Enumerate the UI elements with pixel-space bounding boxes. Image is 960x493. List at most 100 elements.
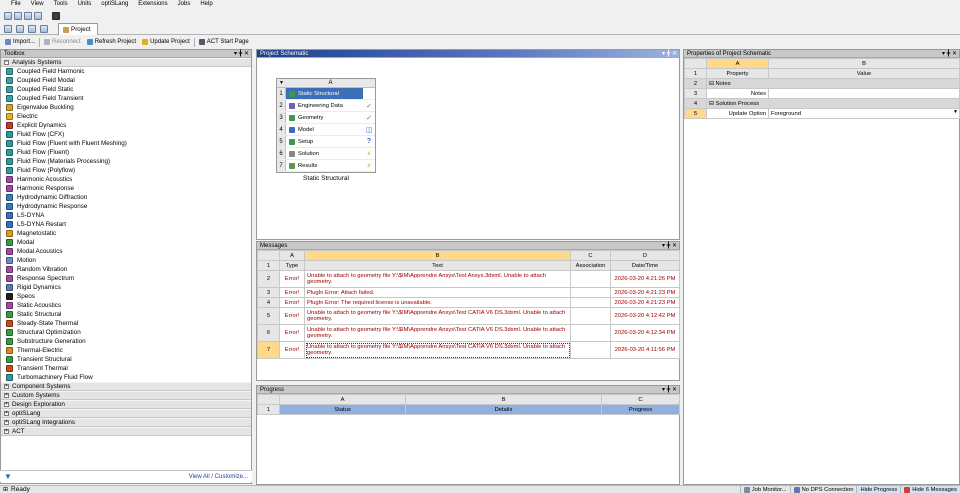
system-cell[interactable]: 4 Model ◫ [277, 124, 375, 136]
save-icon[interactable] [28, 25, 36, 33]
workbench-icon[interactable] [52, 12, 60, 20]
toolbox-category[interactable]: + ACT [1, 427, 251, 436]
message-row[interactable]: 6 Error! Unable to attach to geometry file… [257, 324, 680, 342]
panel-controls[interactable]: ▾ ╋ ✕ [942, 50, 957, 57]
system-cell[interactable]: 5 Setup? [277, 136, 375, 148]
toolbox-item[interactable]: LS-DYNA [1, 211, 251, 220]
toolbox-item[interactable]: Structural Optimization [1, 328, 251, 337]
toolbox-item[interactable]: Motion [1, 256, 251, 265]
toolbox-item[interactable]: Transient Structural [1, 355, 251, 364]
panel-controls[interactable]: ▾ ╋ ✕ [662, 50, 677, 57]
toolbox-category[interactable]: + optiSLang Integrations [1, 418, 251, 427]
update-project-button[interactable]: Update Project [139, 37, 193, 48]
act-start-page-button[interactable]: ACT Start Page [196, 37, 252, 48]
toolbox-item[interactable]: Harmonic Acoustics [1, 175, 251, 184]
menu-item-extensions[interactable]: Extensions [133, 0, 172, 9]
toolbox-item[interactable]: Hydrodynamic Diffraction [1, 193, 251, 202]
import-button[interactable]: Import... [2, 37, 38, 48]
system-block-static-structural[interactable]: ▼ A 1 Static Structural 2 Engineering Data ✓… [276, 78, 376, 173]
system-cell[interactable]: 2 Engineering Data ✓ [277, 100, 375, 112]
menu-item-units[interactable]: Units [73, 0, 97, 9]
toolbox-item[interactable]: Fluid Flow (Materials Processing) [1, 157, 251, 166]
dps-connection-button[interactable]: No DPS Connection [789, 485, 857, 493]
save-icon[interactable] [24, 12, 32, 20]
toolbox-item[interactable]: Speos [1, 292, 251, 301]
message-row[interactable]: 4 Error! PlugIn Error: The required licens… [257, 297, 680, 308]
dropdown-arrow-icon[interactable]: ▼ [953, 110, 958, 116]
view-all-customize-link[interactable]: View All / Customize... [189, 474, 248, 480]
toolbox-item[interactable]: Magnetostatic [1, 229, 251, 238]
toolbox-item[interactable]: Static Acoustics [1, 301, 251, 310]
toolbox-item[interactable]: Transient Thermal [1, 364, 251, 373]
toolbox-item[interactable]: Fluid Flow (Fluent with Fluent Meshing) [1, 139, 251, 148]
toolbox-item[interactable]: Modal [1, 238, 251, 247]
group-row-notes[interactable]: 2 ⊟ Notes [684, 78, 960, 89]
panel-controls[interactable]: ▾ ╋ ✕ [234, 50, 249, 57]
group-row-solution-process[interactable]: 4 ⊟ Solution Process [684, 98, 960, 109]
toolbox-item[interactable]: Coupled Field Harmonic [1, 67, 251, 76]
menu-item-file[interactable]: File [6, 0, 26, 9]
system-menu-icon[interactable]: ▼ [277, 79, 286, 87]
system-cell[interactable]: 7 Results ⚡ [277, 160, 375, 172]
new-icon[interactable] [4, 25, 12, 33]
toolbox-item[interactable]: Random Vibration [1, 265, 251, 274]
panel-controls[interactable]: ▾ ╋ ✕ [662, 386, 677, 393]
update-option-select[interactable]: Foreground ▼ [768, 108, 960, 119]
new-icon[interactable] [4, 12, 12, 20]
toolbox-item[interactable]: Response Spectrum [1, 274, 251, 283]
toolbox-item[interactable]: Fluid Flow (CFX) [1, 130, 251, 139]
toolbox-item[interactable]: Explicit Dynamics [1, 121, 251, 130]
save-as-icon[interactable] [40, 25, 48, 33]
menu-item-tools[interactable]: Tools [49, 0, 73, 9]
toolbox-item[interactable]: Hydrodynamic Response [1, 202, 251, 211]
toolbox-item[interactable]: Steady-State Thermal [1, 319, 251, 328]
message-row[interactable]: 5 Error! Unable to attach to geometry file… [257, 307, 680, 325]
toolbox-item[interactable]: Eigenvalue Buckling [1, 103, 251, 112]
menu-item-optislang[interactable]: optiSLang [96, 0, 133, 9]
toolbox-item[interactable]: Rigid Dynamics [1, 283, 251, 292]
toolbox-category[interactable]: + Custom Systems [1, 391, 251, 400]
property-row-notes[interactable]: 3 Notes [684, 88, 960, 99]
toolbox-category[interactable]: + Component Systems [1, 382, 251, 391]
expand-icon[interactable]: + [4, 411, 9, 416]
toolbox-category[interactable]: + Design Exploration [1, 400, 251, 409]
system-cell[interactable]: 3 Geometry ✓ [277, 112, 375, 124]
system-name-label[interactable]: Static Structural [276, 175, 376, 182]
toolbox-item[interactable]: Turbomachinery Fluid Flow [1, 373, 251, 382]
save-as-icon[interactable] [34, 12, 42, 20]
expand-icon[interactable]: ⊞ [3, 486, 8, 493]
expand-icon[interactable]: + [4, 429, 9, 434]
toolbox-item[interactable]: LS-DYNA Restart [1, 220, 251, 229]
hide-progress-button[interactable]: Hide Progress [856, 485, 901, 493]
toolbox-item[interactable]: Fluid Flow (Fluent) [1, 148, 251, 157]
toolbox-item[interactable]: Thermal-Electric [1, 346, 251, 355]
toolbox-item[interactable]: Coupled Field Static [1, 85, 251, 94]
expand-icon[interactable]: + [4, 402, 9, 407]
refresh-project-button[interactable]: Refresh Project [84, 37, 139, 48]
job-monitor-button[interactable]: Job Monitor... [739, 485, 790, 493]
toolbox-item[interactable]: Fluid Flow (Polyflow) [1, 166, 251, 175]
panel-controls[interactable]: ▾ ╋ ✕ [662, 242, 677, 249]
open-icon[interactable] [14, 12, 22, 20]
collapse-icon[interactable]: − [4, 60, 9, 65]
expand-icon[interactable]: + [4, 384, 9, 389]
toolbox-item[interactable]: Electric [1, 112, 251, 121]
hide-messages-button[interactable]: Hide 6 Messages [900, 485, 960, 493]
system-cell[interactable]: 6 Solution ⚡ [277, 148, 375, 160]
toolbox-item[interactable]: Harmonic Response [1, 184, 251, 193]
filter-icon[interactable]: ▼ [4, 472, 12, 481]
expand-icon[interactable]: + [4, 393, 9, 398]
category-analysis-systems[interactable]: − Analysis Systems [1, 58, 251, 67]
toolbox-item[interactable]: Static Structural [1, 310, 251, 319]
menu-item-view[interactable]: View [26, 0, 49, 9]
system-cell[interactable]: 1 Static Structural [277, 88, 375, 100]
tab-project[interactable]: Project [58, 23, 98, 35]
toolbox-item[interactable]: Coupled Field Transient [1, 94, 251, 103]
menu-item-help[interactable]: Help [195, 0, 217, 9]
open-icon[interactable] [16, 25, 24, 33]
reconnect-button[interactable]: Reconnect [41, 37, 84, 48]
toolbox-item[interactable]: Coupled Field Modal [1, 76, 251, 85]
toolbox-item[interactable]: Substructure Generation [1, 337, 251, 346]
toolbox-item[interactable]: Modal Acoustics [1, 247, 251, 256]
message-row[interactable]: 2 Error! Unable to attach to geometry file… [257, 270, 680, 288]
